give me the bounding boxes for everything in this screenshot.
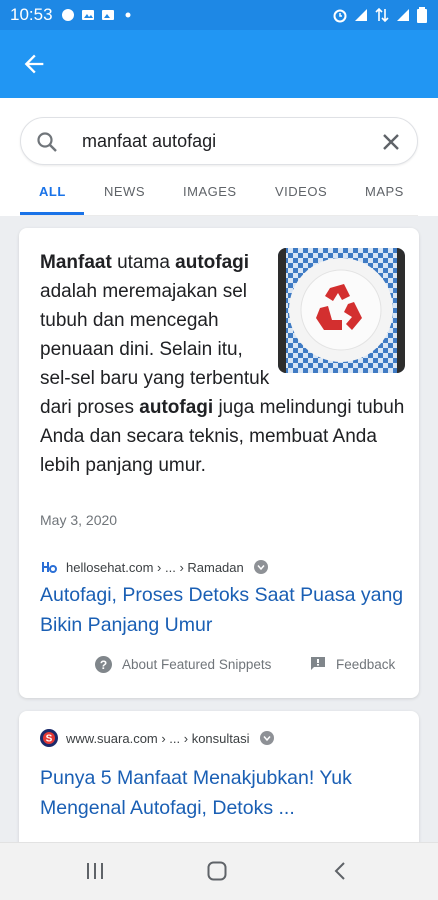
tab-all[interactable]: ALL [39, 184, 66, 199]
snippet-part-2: utama [111, 252, 176, 273]
data-transfer-icon [375, 7, 389, 23]
feedback-button[interactable]: Feedback [310, 656, 395, 672]
status-time: 10:53 [10, 5, 53, 24]
snippet-text: Manfaat utama autofagi adalah meremajaka… [40, 248, 405, 480]
snippet-bold-2: autofagi [175, 252, 250, 273]
suara-favicon: S [40, 729, 58, 747]
snippet-source-url[interactable]: hellosehat.com › ... › Ramadan [66, 560, 244, 575]
snippet-footer: ? About Featured Snippets Feedback [19, 656, 419, 678]
active-tab-indicator [20, 212, 84, 215]
back-icon[interactable] [330, 860, 352, 882]
results-page: manfaat autofagi ALL NEWS IMAGES VIDEOS … [0, 98, 438, 842]
search-tabs: ALL NEWS IMAGES VIDEOS MAPS [20, 178, 418, 216]
dot-icon [125, 12, 131, 18]
search-result-card: S www.suara.com › ... › konsultasi Punya… [19, 711, 419, 842]
search-input[interactable]: manfaat autofagi [20, 117, 418, 165]
feedback-icon [311, 657, 325, 670]
search-query[interactable]: manfaat autofagi [82, 131, 216, 152]
snippet-bold-1: Manfaat [40, 252, 112, 273]
about-featured-snippets-button[interactable]: ? About Featured Snippets [95, 656, 271, 673]
messenger-icon [61, 9, 74, 21]
result-source-url[interactable]: www.suara.com › ... › konsultasi [66, 731, 250, 746]
more-options-icon[interactable] [259, 731, 274, 745]
search-header: manfaat autofagi ALL NEWS IMAGES VIDEOS … [0, 98, 438, 216]
feedback-label: Feedback [336, 656, 396, 672]
svg-text:S: S [46, 734, 53, 745]
tab-maps[interactable]: MAPS [365, 184, 404, 199]
tab-videos[interactable]: VIDEOS [275, 184, 327, 199]
snippet-bold-3: autofagi [139, 397, 214, 418]
app-bar [0, 30, 438, 98]
search-icon[interactable] [35, 130, 59, 154]
snippet-source[interactable]: hellosehat.com › ... › Ramadan [40, 558, 268, 576]
alarm-icon [333, 9, 347, 23]
svg-text:?: ? [100, 658, 107, 672]
snippet-result-title[interactable]: Autofagi, Proses Detoks Saat Puasa yang … [40, 580, 405, 640]
more-options-icon[interactable] [253, 560, 268, 574]
signal-icon-1 [355, 9, 367, 21]
battery-icon [417, 7, 427, 23]
hellosehat-favicon [40, 558, 58, 576]
help-icon: ? [95, 656, 112, 673]
image-icon [101, 10, 114, 20]
status-bar: 10:53 [0, 0, 438, 30]
result-title[interactable]: Punya 5 Manfaat Menakjubkan! Yuk Mengena… [40, 763, 405, 823]
signal-icon-2 [397, 9, 409, 21]
snippet-thumbnail[interactable] [278, 248, 405, 373]
home-icon[interactable] [206, 860, 228, 882]
recycle-plate-image [278, 248, 405, 373]
result-source[interactable]: S www.suara.com › ... › konsultasi [40, 729, 274, 747]
snippet-date: May 3, 2020 [40, 512, 118, 528]
back-arrow-icon[interactable] [20, 50, 48, 78]
gallery-icon [81, 10, 94, 20]
featured-snippet-card: Manfaat utama autofagi adalah meremajaka… [19, 228, 419, 698]
tab-images[interactable]: IMAGES [183, 184, 237, 199]
recent-apps-icon[interactable] [84, 860, 106, 882]
about-label: About Featured Snippets [122, 657, 272, 672]
system-nav-bar [0, 842, 438, 900]
tab-news[interactable]: NEWS [104, 184, 145, 199]
clear-icon[interactable] [379, 130, 403, 154]
